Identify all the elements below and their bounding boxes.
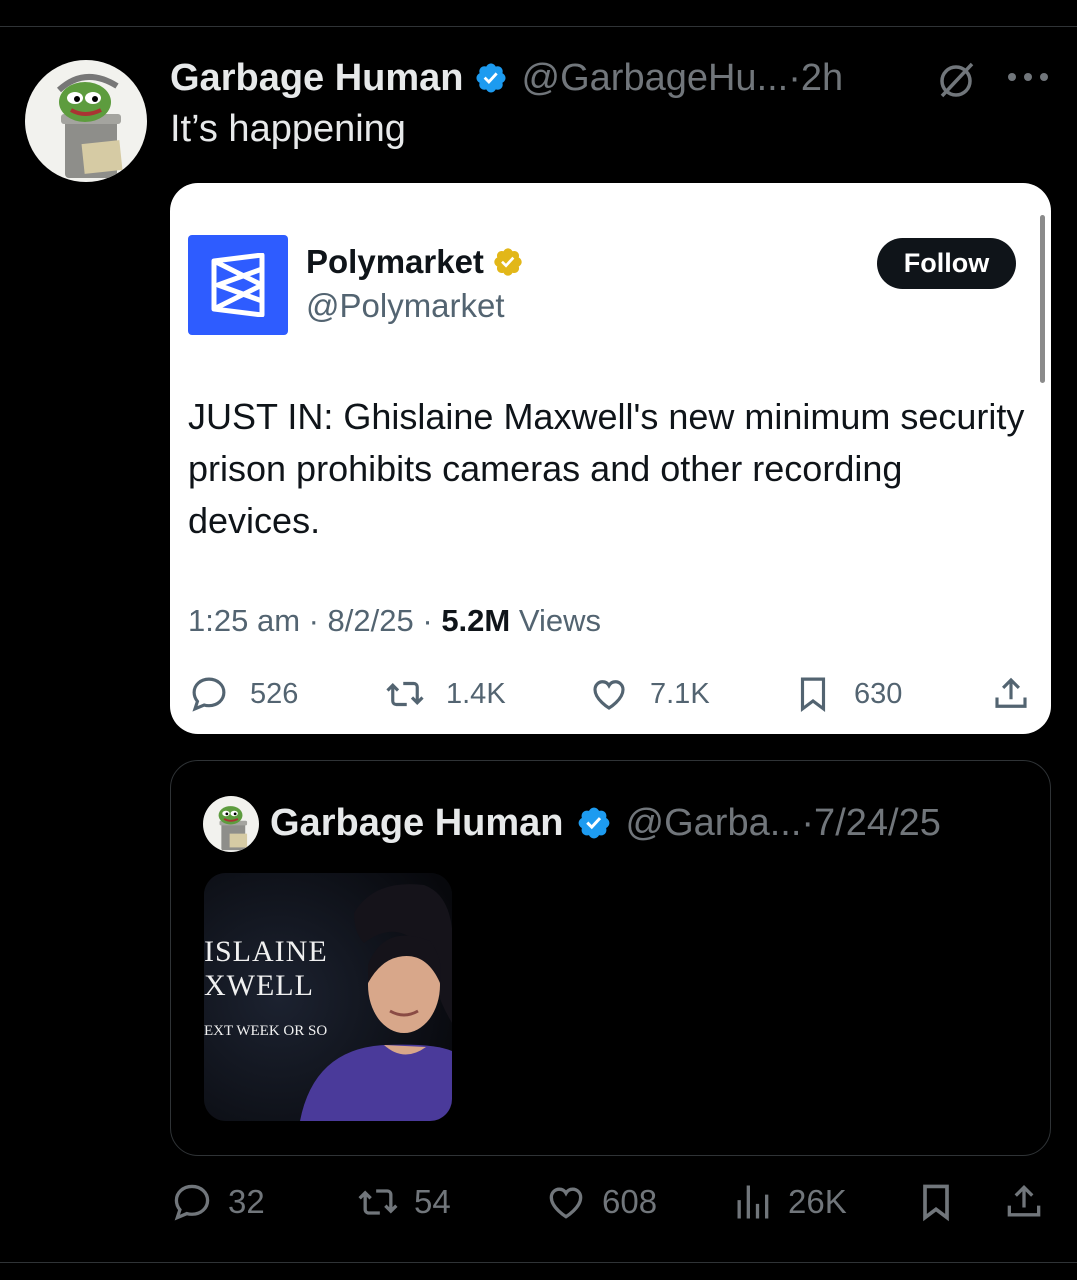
quoted-author-name: Garbage Human — [270, 801, 564, 844]
follow-button: Follow — [877, 238, 1016, 289]
embedded-tweet-image[interactable]: Polymarket @Polymarket Follow JUST IN: G… — [170, 183, 1051, 734]
post-text: It’s happening — [170, 108, 406, 150]
quoted-time: ·7/24/25 — [801, 801, 941, 844]
verified-badge-icon — [578, 807, 609, 839]
heart-icon — [593, 680, 625, 710]
share-icon — [1007, 1184, 1041, 1217]
like-button[interactable]: 608 — [544, 1180, 657, 1224]
post-action-bar: 32 54 608 26K — [170, 1180, 1050, 1226]
quoted-author-avatar — [203, 796, 259, 852]
author-avatar[interactable] — [25, 60, 147, 182]
media-caption-line1: ISLAINE — [204, 935, 328, 968]
bookmark-icon — [800, 677, 826, 713]
grok-icon[interactable] — [934, 58, 978, 102]
bottom-divider — [0, 1262, 1077, 1263]
heart-icon — [549, 1187, 583, 1219]
quoted-author-handle: @Garba... — [625, 801, 802, 844]
author-name[interactable]: Garbage Human — [170, 57, 464, 100]
quoted-header: Garbage Human @Garba... ·7/24/25 — [270, 796, 941, 850]
reply-icon — [192, 677, 226, 712]
views-chart-icon — [737, 1185, 769, 1219]
embedded-views-label: Views — [510, 603, 601, 638]
embedded-reply-count: 526 — [250, 677, 299, 710]
media-caption-line2: XWELL — [204, 969, 314, 1002]
gold-verified-badge-icon — [494, 248, 522, 276]
embedded-tweet-text: JUST IN: Ghislaine Maxwell's new minimum… — [188, 396, 1025, 541]
post-header: Garbage Human @GarbageHu... ·2h — [170, 54, 843, 102]
embedded-bookmark-count: 630 — [854, 677, 903, 710]
embedded-bookmark: 630 — [792, 673, 902, 715]
polymarket-handle: @Polymarket — [306, 287, 505, 324]
bookmark-icon — [923, 1184, 949, 1222]
views-button[interactable]: 26K — [730, 1180, 847, 1224]
bookmark-button[interactable] — [914, 1180, 958, 1224]
verified-badge-icon — [476, 63, 506, 93]
repost-icon — [386, 681, 424, 707]
share-icon — [995, 677, 1027, 708]
views-count: 26K — [788, 1183, 847, 1220]
like-count: 608 — [602, 1183, 658, 1220]
more-options-icon[interactable] — [1006, 62, 1050, 92]
top-divider — [0, 26, 1077, 27]
polymarket-name: Polymarket — [306, 243, 524, 281]
embedded-tweet-meta: 1:25 am · 8/2/25 · 5.2M Views — [188, 603, 601, 639]
repost-icon — [358, 1189, 398, 1215]
embedded-views-count: 5.2M — [441, 603, 511, 638]
embedded-action-bar: 526 1.4K 7.1K 630 — [188, 673, 1033, 719]
scrollbar — [1040, 215, 1045, 383]
post-time[interactable]: ·2h — [788, 57, 843, 100]
embedded-timestamp: 1:25 am · 8/2/25 · — [188, 603, 442, 638]
media-caption-line3: EXT WEEK OR SO — [204, 1023, 328, 1039]
reply-button[interactable]: 32 — [170, 1180, 265, 1224]
repost-button[interactable]: 54 — [356, 1180, 451, 1224]
share-button[interactable] — [1002, 1180, 1046, 1224]
embedded-like-count: 7.1K — [650, 677, 710, 710]
embedded-share — [990, 673, 1032, 715]
polymarket-name-label: Polymarket — [306, 243, 484, 280]
polymarket-logo — [188, 235, 288, 335]
embedded-repost-count: 1.4K — [446, 677, 506, 710]
repost-count: 54 — [414, 1183, 451, 1220]
reply-count: 32 — [228, 1183, 265, 1220]
embedded-like: 7.1K — [588, 673, 710, 715]
embedded-repost: 1.4K — [384, 673, 506, 715]
author-handle[interactable]: @GarbageHu... — [522, 57, 789, 100]
quoted-media-image[interactable]: ISLAINE XWELL EXT WEEK OR SO — [204, 873, 452, 1121]
reply-icon — [174, 1184, 210, 1221]
embedded-reply: 526 — [188, 673, 298, 715]
